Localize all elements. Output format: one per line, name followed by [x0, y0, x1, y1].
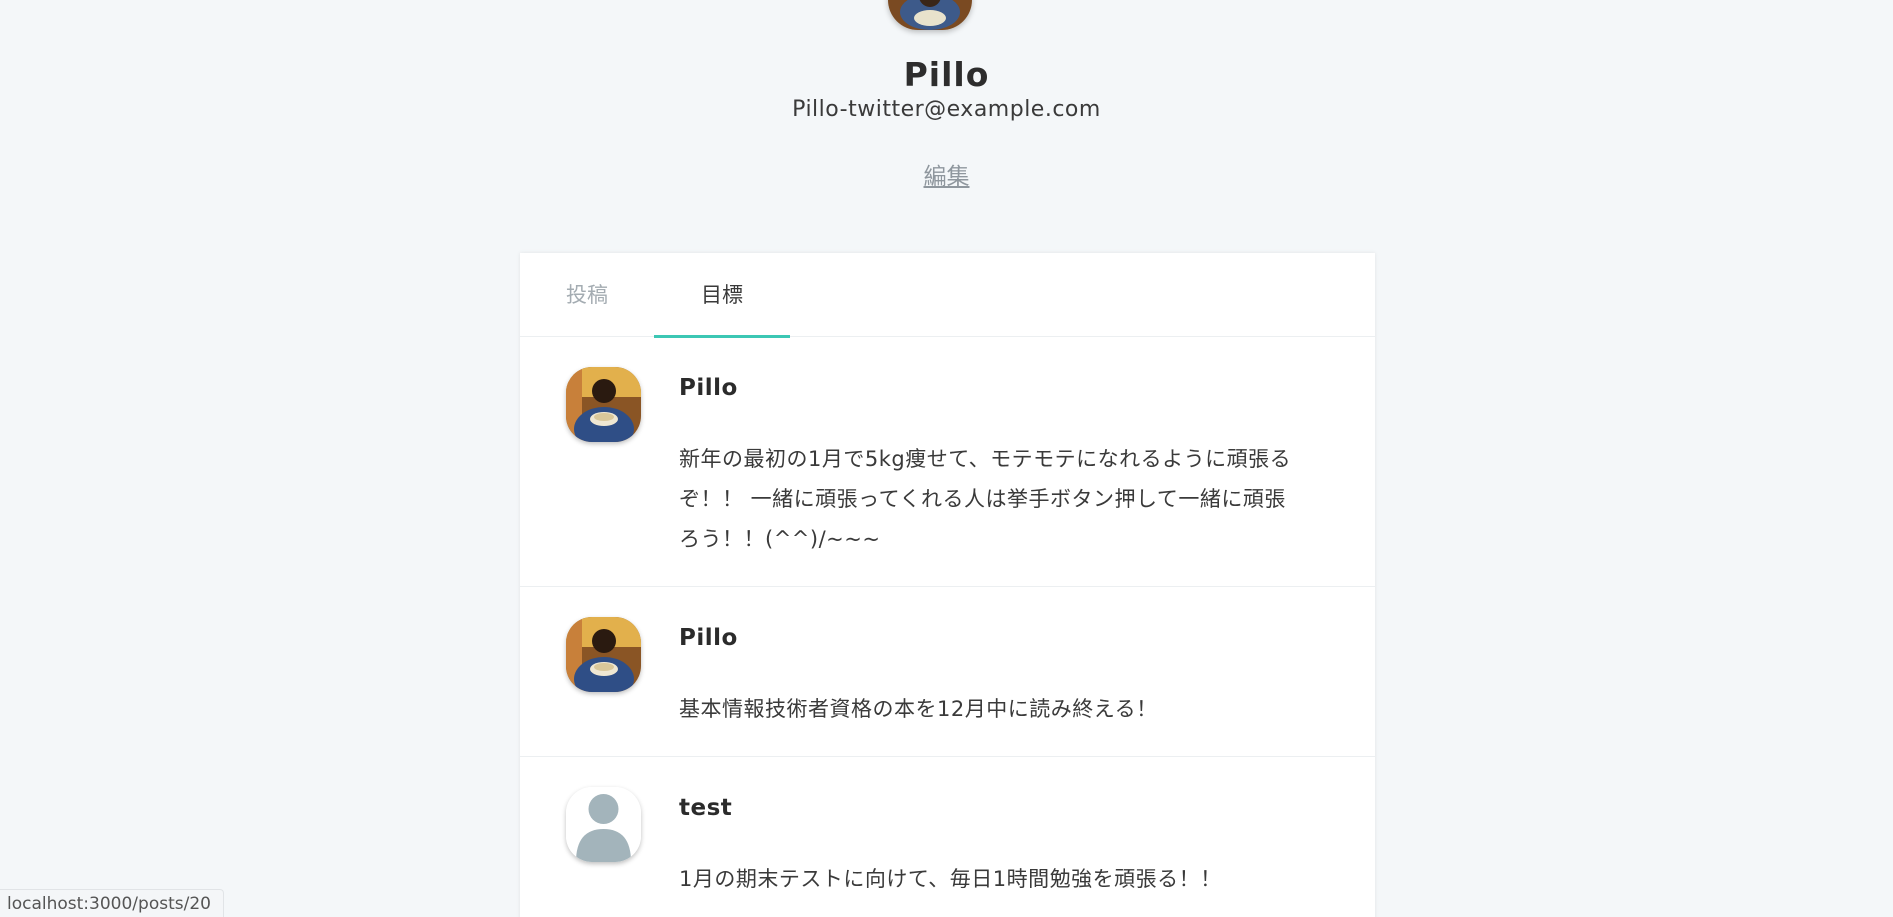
- profile-photo: [888, 0, 972, 30]
- posts-card: 投稿 目標 Pillo 新年の最初の1月で5kg痩せて、モテモテになれるように頑…: [520, 253, 1375, 917]
- post-line: ろう！！(^^)/~~~: [679, 527, 881, 551]
- status-bar-url: localhost:3000/posts/20: [0, 889, 224, 917]
- tab-goals[interactable]: 目標: [654, 253, 790, 338]
- profile-avatar: [888, 0, 972, 30]
- default-user-icon: [566, 787, 641, 862]
- list-item[interactable]: Pillo 新年の最初の1月で5kg痩せて、モテモテになれるように頑張る ぞ！！…: [520, 337, 1375, 587]
- tab-bar: 投稿 目標: [520, 253, 1375, 338]
- post-body: 新年の最初の1月で5kg痩せて、モテモテになれるように頑張る ぞ！！ 一緒に頑張…: [679, 439, 1339, 559]
- user-photo: [566, 617, 641, 692]
- tab-posts[interactable]: 投稿: [520, 253, 654, 337]
- post-username[interactable]: Pillo: [679, 375, 738, 401]
- post-username[interactable]: Pillo: [679, 625, 738, 651]
- profile-name: Pillo: [903, 55, 990, 94]
- edit-profile-label[interactable]: 編集: [924, 164, 970, 190]
- post-line: 基本情報技術者資格の本を12月中に読み終える！: [679, 697, 1158, 721]
- page: Pillo Pillo-twitter@example.com 編集 投稿 目標: [0, 0, 1893, 917]
- user-photo: [566, 367, 641, 442]
- post-body: 基本情報技術者資格の本を12月中に読み終える！: [679, 689, 1339, 729]
- post-line: 1月の期末テストに向けて、毎日1時間勉強を頑張る！！: [679, 867, 1222, 891]
- avatar[interactable]: [566, 787, 641, 862]
- list-item[interactable]: Pillo 基本情報技術者資格の本を12月中に読み終える！: [520, 587, 1375, 757]
- post-body: 1月の期末テストに向けて、毎日1時間勉強を頑張る！！: [679, 859, 1339, 899]
- post-username[interactable]: test: [679, 795, 732, 821]
- avatar[interactable]: [566, 367, 641, 442]
- edit-profile-link[interactable]: 編集: [0, 157, 1893, 191]
- profile-email: Pillo-twitter@example.com: [792, 97, 1101, 122]
- list-item[interactable]: test 1月の期末テストに向けて、毎日1時間勉強を頑張る！！: [520, 757, 1375, 917]
- post-line: ぞ！！ 一緒に頑張ってくれる人は挙手ボタン押して一緒に頑張: [679, 487, 1286, 511]
- post-line: 新年の最初の1月で5kg痩せて、モテモテになれるように頑張る: [679, 447, 1292, 471]
- avatar[interactable]: [566, 617, 641, 692]
